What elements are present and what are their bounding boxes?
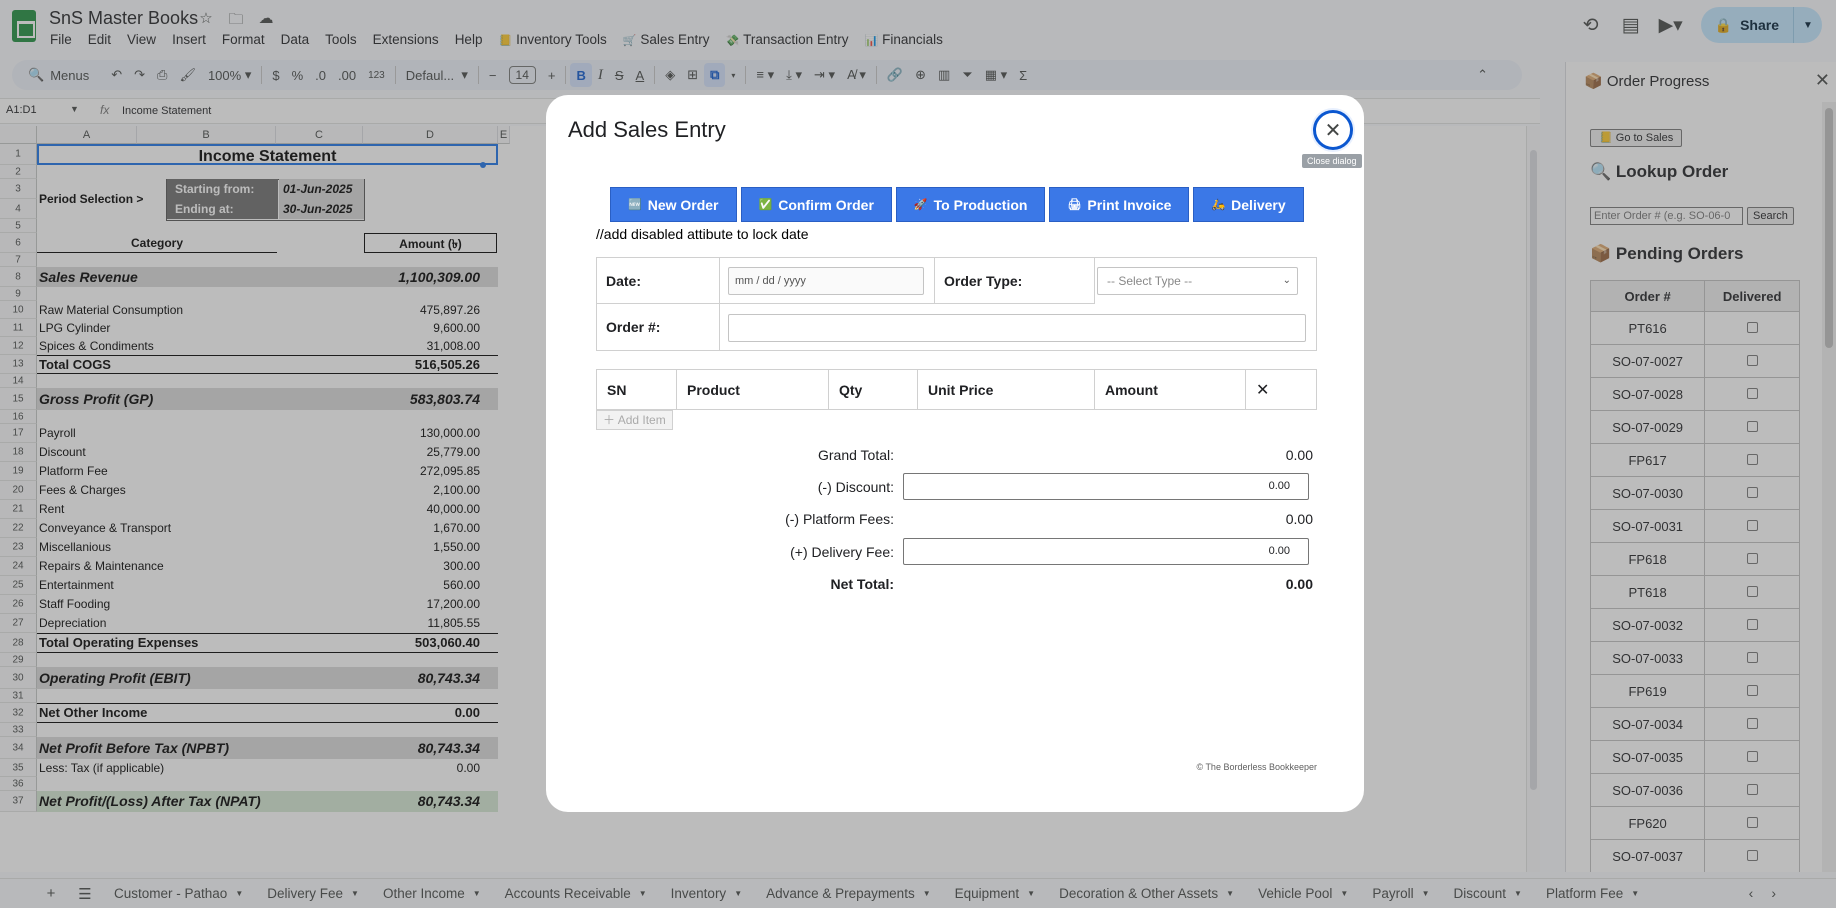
items-table: SN Product Qty Unit Price Amount ✕ <box>596 369 1317 410</box>
sales-form: 🆕 New Order ✅ Confirm Order 🚀 To Production 🖨 P… <box>594 187 1317 787</box>
dev-note: //add disabled attibute to lock date <box>596 226 809 242</box>
action-button-to-production[interactable]: 🚀 To Production <box>895 187 1046 222</box>
order-number-input[interactable] <box>728 314 1306 342</box>
date-label: Date: <box>597 258 720 304</box>
chevron-down-icon: ⌄ <box>1282 275 1291 286</box>
action-button-new-order[interactable]: 🆕 New Order <box>610 187 737 222</box>
button-emoji-icon: 🛵 <box>1211 199 1226 211</box>
button-label: New Order <box>647 196 719 213</box>
order-type-select[interactable]: -- Select Type -- ⌄ <box>1097 267 1298 295</box>
delivery-fee-input[interactable]: 0.00 <box>903 538 1309 565</box>
add-item-button[interactable]: ＋ Add Item <box>596 410 673 430</box>
button-emoji-icon: ✅ <box>758 199 773 211</box>
discount-label: (-) Discount: <box>817 479 894 495</box>
action-buttons: 🆕 New Order ✅ Confirm Order 🚀 To Production 🖨 P… <box>610 187 1304 222</box>
discount-input[interactable]: 0.00 <box>903 473 1309 500</box>
button-label: Delivery <box>1231 196 1286 213</box>
platform-fees-value: 0.00 <box>1285 511 1313 527</box>
items-column-header: Unit Price <box>918 370 1095 409</box>
order-no-label: Order #: <box>597 304 720 350</box>
date-input[interactable]: mm / dd / yyyy <box>728 267 924 295</box>
dialog-title: Add Sales Entry <box>568 117 726 142</box>
net-total-label: Net Total: <box>830 576 894 592</box>
button-emoji-icon: 🆕 <box>628 199 642 211</box>
action-button-confirm-order[interactable]: ✅ Confirm Order <box>740 187 892 222</box>
delivery-fee-label: (+) Delivery Fee: <box>790 544 894 560</box>
remove-column-icon: ✕ <box>1256 381 1270 399</box>
close-dialog-button[interactable]: ✕ <box>1313 110 1353 150</box>
button-emoji-icon: 🖨 <box>1067 199 1082 211</box>
action-button-delivery[interactable]: 🛵 Delivery <box>1193 187 1304 222</box>
items-column-header: Product <box>677 370 829 409</box>
close-tooltip: Close dialog <box>1302 154 1362 168</box>
grand-total-label: Grand Total: <box>817 447 894 463</box>
add-sales-entry-dialog: Add Sales Entry ✕ Close dialog 🆕 New Orde… <box>546 95 1364 812</box>
button-label: Confirm Order <box>778 196 874 213</box>
action-button-print-invoice[interactable]: 🖨 Print Invoice <box>1049 187 1190 222</box>
items-column-header: Qty <box>829 370 918 409</box>
button-label: To Production <box>933 196 1028 213</box>
net-total-value: 0.00 <box>1285 576 1313 592</box>
order-info-table: Date: Order Type: Order #: mm / dd / yyy… <box>596 257 1317 351</box>
items-column-header: Amount <box>1095 370 1246 409</box>
button-label: Print Invoice <box>1087 196 1172 213</box>
close-icon: ✕ <box>1324 119 1342 142</box>
grand-total-value: 0.00 <box>1285 447 1313 463</box>
plus-icon: ＋ <box>603 413 616 427</box>
platform-fees-label: (-) Platform Fees: <box>785 511 894 527</box>
copyright-footer: © The Borderless Bookkeeper <box>1196 762 1317 772</box>
items-column-header: SN <box>597 370 677 409</box>
order-type-label: Order Type: <box>935 258 1095 304</box>
button-emoji-icon: 🚀 <box>913 199 928 211</box>
